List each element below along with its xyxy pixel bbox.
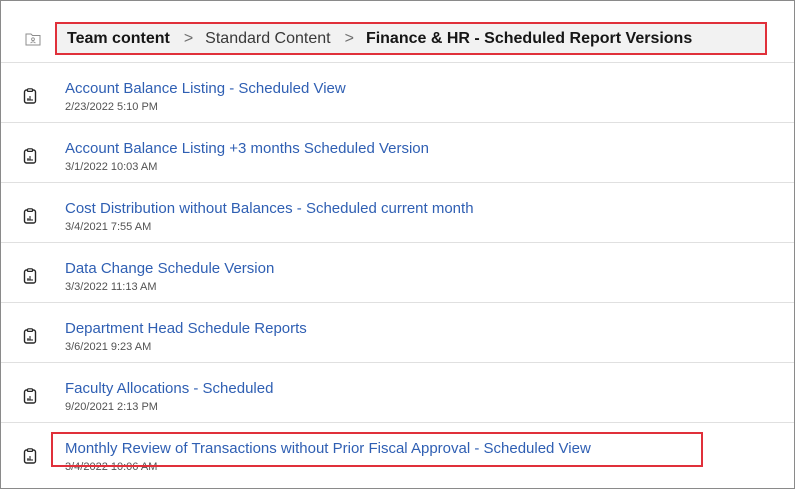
list-item[interactable]: Account Balance Listing - Scheduled View… (1, 63, 794, 123)
report-view-icon (23, 328, 37, 344)
report-link[interactable]: Account Balance Listing +3 months Schedu… (65, 140, 429, 157)
report-link[interactable]: Account Balance Listing - Scheduled View (65, 80, 346, 97)
report-view-icon (23, 268, 37, 284)
report-link[interactable]: Cost Distribution without Balances - Sch… (65, 200, 474, 217)
report-date: 3/4/2021 7:55 AM (65, 221, 152, 233)
report-link[interactable]: Monthly Review of Transactions without P… (65, 440, 591, 457)
breadcrumb: Team content > Standard Content > Financ… (55, 22, 767, 55)
report-view-icon (23, 448, 37, 464)
breadcrumb-item-standard-content[interactable]: Standard Content (205, 30, 330, 48)
breadcrumb-bar: Team content > Standard Content > Financ… (1, 1, 794, 63)
list-item[interactable]: Account Balance Listing +3 months Schedu… (1, 123, 794, 183)
list-item[interactable]: Data Change Schedule Version 3/3/2022 11… (1, 243, 794, 303)
report-link[interactable]: Data Change Schedule Version (65, 260, 274, 277)
list-item[interactable]: Monthly Review of Transactions without P… (1, 423, 794, 483)
list-item[interactable]: Cost Distribution without Balances - Sch… (1, 183, 794, 243)
report-view-icon (23, 388, 37, 404)
report-date: 3/3/2022 11:13 AM (65, 281, 157, 293)
breadcrumb-item-team-content[interactable]: Team content (67, 30, 170, 48)
breadcrumb-item-current-folder: Finance & HR - Scheduled Report Versions (365, 29, 693, 47)
report-view-icon (23, 88, 37, 104)
content-panel: Team content > Standard Content > Financ… (0, 0, 795, 489)
report-link[interactable]: Department Head Schedule Reports (65, 320, 307, 337)
report-date: 3/4/2022 10:06 AM (65, 461, 158, 473)
report-date: 9/20/2021 2:13 PM (65, 401, 158, 413)
report-view-icon (23, 148, 37, 164)
report-date: 3/6/2021 9:23 AM (65, 341, 152, 353)
breadcrumb-separator: > (344, 29, 354, 47)
report-view-icon (23, 208, 37, 224)
list-item[interactable]: Department Head Schedule Reports 3/6/202… (1, 303, 794, 363)
breadcrumb-separator: > (183, 29, 194, 47)
report-date: 2/23/2022 5:10 PM (65, 101, 158, 113)
report-date: 3/1/2022 10:03 AM (65, 161, 158, 173)
report-link[interactable]: Faculty Allocations - Scheduled (65, 380, 273, 397)
list-item[interactable]: Faculty Allocations - Scheduled 9/20/202… (1, 363, 794, 423)
team-folder-icon (25, 32, 41, 46)
